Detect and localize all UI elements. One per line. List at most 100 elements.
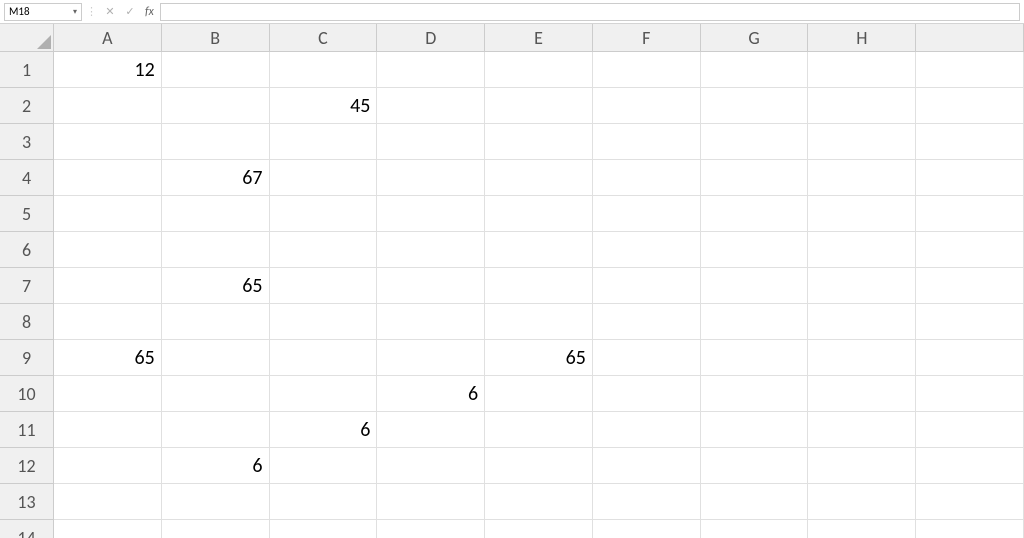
- cell-c8[interactable]: [270, 304, 378, 340]
- cell-h9[interactable]: [808, 340, 916, 376]
- row-header-9[interactable]: 9: [0, 340, 54, 376]
- cell-b2[interactable]: [162, 88, 270, 124]
- cell-b9[interactable]: [162, 340, 270, 376]
- cell-i13[interactable]: [916, 484, 1024, 520]
- row-header-11[interactable]: 11: [0, 412, 54, 448]
- cell-a7[interactable]: [54, 268, 162, 304]
- col-header-f[interactable]: F: [593, 24, 701, 52]
- cell-d11[interactable]: [377, 412, 485, 448]
- select-all-corner[interactable]: [0, 24, 54, 52]
- cell-i9[interactable]: [916, 340, 1024, 376]
- cell-c6[interactable]: [270, 232, 378, 268]
- cell-i11[interactable]: [916, 412, 1024, 448]
- cell-i2[interactable]: [916, 88, 1024, 124]
- cell-h12[interactable]: [808, 448, 916, 484]
- cell-i12[interactable]: [916, 448, 1024, 484]
- cell-c11[interactable]: 6: [270, 412, 378, 448]
- cell-f3[interactable]: [593, 124, 701, 160]
- cell-b14[interactable]: [162, 520, 270, 538]
- cell-h3[interactable]: [808, 124, 916, 160]
- row-header-3[interactable]: 3: [0, 124, 54, 160]
- cell-a13[interactable]: [54, 484, 162, 520]
- cell-e14[interactable]: [485, 520, 593, 538]
- cell-e10[interactable]: [485, 376, 593, 412]
- cell-c10[interactable]: [270, 376, 378, 412]
- cell-b1[interactable]: [162, 52, 270, 88]
- cell-a10[interactable]: [54, 376, 162, 412]
- cell-a11[interactable]: [54, 412, 162, 448]
- cell-d7[interactable]: [377, 268, 485, 304]
- formula-input[interactable]: [160, 3, 1020, 21]
- cell-h5[interactable]: [808, 196, 916, 232]
- cell-c2[interactable]: 45: [270, 88, 378, 124]
- row-header-14[interactable]: 14: [0, 520, 54, 538]
- col-header-a[interactable]: A: [54, 24, 162, 52]
- cell-d1[interactable]: [377, 52, 485, 88]
- cell-b6[interactable]: [162, 232, 270, 268]
- col-header-d[interactable]: D: [377, 24, 485, 52]
- cell-a6[interactable]: [54, 232, 162, 268]
- cell-a3[interactable]: [54, 124, 162, 160]
- cell-d12[interactable]: [377, 448, 485, 484]
- cell-b5[interactable]: [162, 196, 270, 232]
- cell-c13[interactable]: [270, 484, 378, 520]
- cell-f2[interactable]: [593, 88, 701, 124]
- cell-e6[interactable]: [485, 232, 593, 268]
- cell-a2[interactable]: [54, 88, 162, 124]
- cell-i3[interactable]: [916, 124, 1024, 160]
- cell-e13[interactable]: [485, 484, 593, 520]
- row-header-8[interactable]: 8: [0, 304, 54, 340]
- chevron-down-icon[interactable]: ▾: [73, 7, 77, 17]
- cell-a1[interactable]: 12: [54, 52, 162, 88]
- cell-f14[interactable]: [593, 520, 701, 538]
- cell-h11[interactable]: [808, 412, 916, 448]
- cell-g12[interactable]: [701, 448, 809, 484]
- col-header-g[interactable]: G: [701, 24, 809, 52]
- cell-f11[interactable]: [593, 412, 701, 448]
- cell-g14[interactable]: [701, 520, 809, 538]
- cell-e11[interactable]: [485, 412, 593, 448]
- cell-i5[interactable]: [916, 196, 1024, 232]
- row-header-10[interactable]: 10: [0, 376, 54, 412]
- cell-e1[interactable]: [485, 52, 593, 88]
- cell-a8[interactable]: [54, 304, 162, 340]
- cell-g6[interactable]: [701, 232, 809, 268]
- cell-d10[interactable]: 6: [377, 376, 485, 412]
- cell-h7[interactable]: [808, 268, 916, 304]
- col-header-c[interactable]: C: [270, 24, 378, 52]
- cell-h14[interactable]: [808, 520, 916, 538]
- cell-b10[interactable]: [162, 376, 270, 412]
- cell-b3[interactable]: [162, 124, 270, 160]
- fx-icon[interactable]: fx: [141, 5, 158, 19]
- cell-d13[interactable]: [377, 484, 485, 520]
- cell-c5[interactable]: [270, 196, 378, 232]
- cell-d5[interactable]: [377, 196, 485, 232]
- cell-g3[interactable]: [701, 124, 809, 160]
- cell-d14[interactable]: [377, 520, 485, 538]
- cell-a5[interactable]: [54, 196, 162, 232]
- cell-f9[interactable]: [593, 340, 701, 376]
- cell-b12[interactable]: 6: [162, 448, 270, 484]
- cell-h13[interactable]: [808, 484, 916, 520]
- col-header-b[interactable]: B: [162, 24, 270, 52]
- cell-a12[interactable]: [54, 448, 162, 484]
- cell-g7[interactable]: [701, 268, 809, 304]
- name-box[interactable]: M18 ▾: [4, 3, 82, 21]
- cell-g13[interactable]: [701, 484, 809, 520]
- cell-e8[interactable]: [485, 304, 593, 340]
- cell-i10[interactable]: [916, 376, 1024, 412]
- cell-f10[interactable]: [593, 376, 701, 412]
- cell-f5[interactable]: [593, 196, 701, 232]
- cell-a9[interactable]: 65: [54, 340, 162, 376]
- cell-h10[interactable]: [808, 376, 916, 412]
- cell-d4[interactable]: [377, 160, 485, 196]
- cell-d9[interactable]: [377, 340, 485, 376]
- cell-c9[interactable]: [270, 340, 378, 376]
- cell-d8[interactable]: [377, 304, 485, 340]
- cell-g8[interactable]: [701, 304, 809, 340]
- col-header-h[interactable]: H: [808, 24, 916, 52]
- row-header-6[interactable]: 6: [0, 232, 54, 268]
- cancel-formula-button[interactable]: ✕: [101, 3, 119, 21]
- row-header-4[interactable]: 4: [0, 160, 54, 196]
- cell-h8[interactable]: [808, 304, 916, 340]
